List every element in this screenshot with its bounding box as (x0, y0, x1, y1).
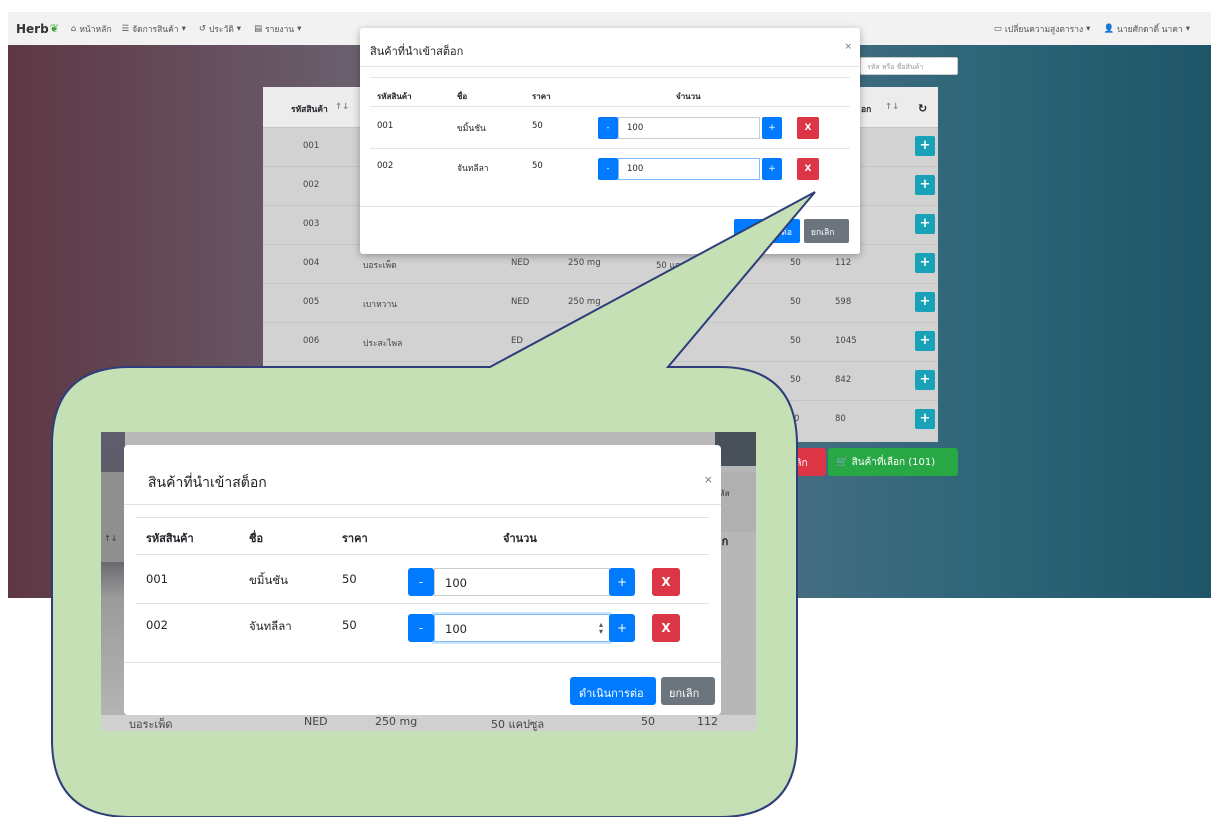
zoom-right-background: รหัส อก (715, 432, 756, 731)
row-pack: 50 แคปซูล (491, 718, 545, 731)
item-price: 50 (342, 618, 357, 632)
decrease-qty-button[interactable]: - (408, 568, 434, 596)
row-price: 50 (641, 715, 655, 728)
proceed-button[interactable]: ดำเนินการต่อ (570, 677, 656, 705)
item-code: 002 (146, 618, 168, 632)
increase-qty-button[interactable]: + (609, 568, 635, 596)
qty-input[interactable]: 100 (434, 568, 610, 596)
row-dose: 250 mg (375, 715, 418, 728)
decrease-qty-button[interactable]: - (408, 614, 434, 642)
item-name: ขมิ้นชัน (249, 573, 288, 587)
close-icon[interactable]: × (704, 473, 713, 486)
header-qty: จำนวน (503, 532, 537, 545)
header-code: รหัสสินค้า (146, 532, 194, 545)
zoom-left-background: ↑↓ (101, 432, 125, 731)
row-type: NED (304, 715, 328, 728)
header-price: ราคา (342, 532, 368, 545)
modal-title: สินค้าที่นำเข้าสต็อก (148, 475, 267, 491)
qty-input-focused[interactable]: 100 ▴ ▾ (434, 614, 610, 642)
row-name: บอระเพ็ด (129, 718, 173, 731)
item-code: 001 (146, 572, 168, 586)
divider (136, 517, 709, 518)
item-name: จันทลีลา (249, 619, 292, 633)
remove-item-button[interactable]: X (652, 614, 680, 642)
zoom-right-band (715, 472, 756, 532)
cancel-button[interactable]: ยกเลิก (661, 677, 715, 705)
header-name: ชื่อ (249, 532, 264, 545)
zoom-bottom-row: บอระเพ็ด NED 250 mg 50 แคปซูล 50 112 (101, 715, 756, 731)
divider (124, 662, 721, 663)
divider (136, 554, 709, 555)
row-stock: 112 (697, 715, 718, 728)
qty-value: 100 (445, 622, 467, 636)
sort-icon: ↑↓ (104, 534, 118, 543)
increase-qty-button[interactable]: + (609, 614, 635, 642)
zoom-header-strip (101, 472, 125, 562)
import-stock-modal-zoomed: สินค้าที่นำเข้าสต็อก × รหัสสินค้า ชื่อ ร… (124, 445, 721, 715)
divider (136, 603, 709, 604)
zoom-right-top (715, 432, 756, 466)
zoom-inset: ↑↓ รหัส อก บอระเพ็ด NED 250 mg 50 แคปซูล… (101, 432, 756, 731)
spinner-arrows-icon[interactable]: ▴ ▾ (599, 621, 603, 636)
item-price: 50 (342, 572, 357, 586)
remove-item-button[interactable]: X (652, 568, 680, 596)
divider (124, 504, 721, 505)
